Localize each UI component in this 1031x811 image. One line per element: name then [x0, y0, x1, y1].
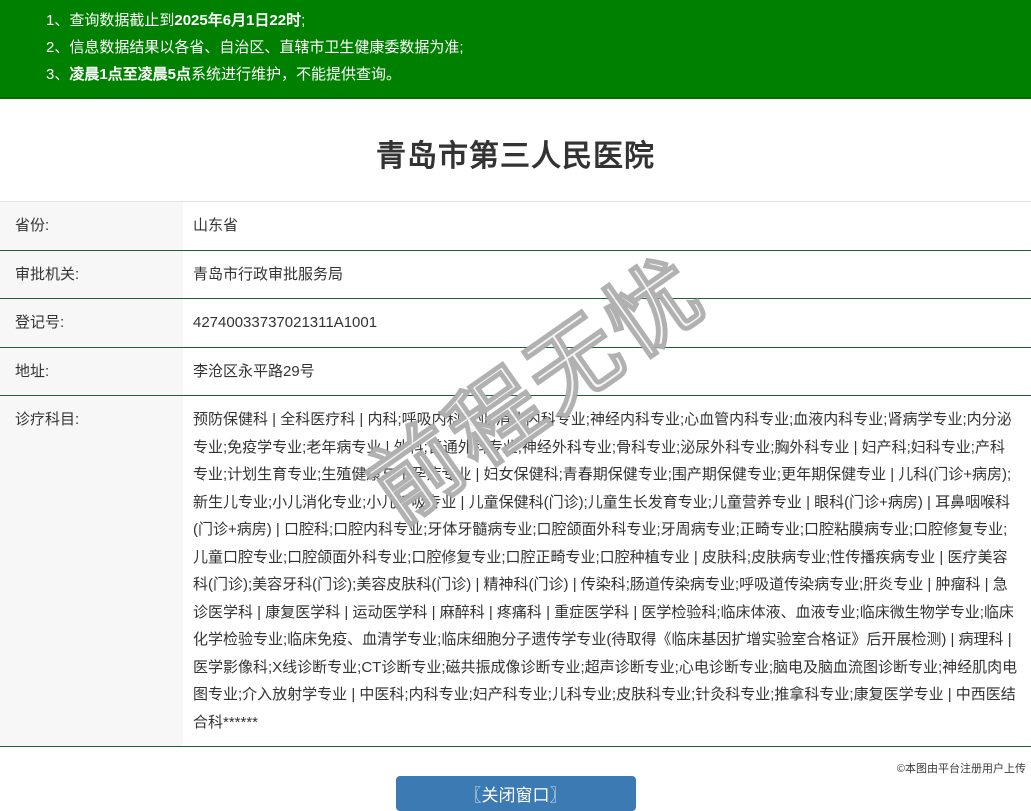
notice-number: 2、	[46, 39, 70, 56]
close-window-button[interactable]: 〖关闭窗口〗	[395, 776, 636, 811]
row-value: 预防保健科 | 全科医疗科 | 内科;呼吸内科专业;消化内科专业;神经内科专业;…	[193, 411, 1018, 731]
table-row-approval-authority: 审批机关: 青岛市行政审批服务局	[0, 250, 1031, 299]
notice-banner: 1、查询数据截止到2025年6月1日22时; 2、信息数据结果以各省、自治区、直…	[0, 0, 1031, 99]
notice-text: 查询数据截止到	[69, 12, 175, 29]
row-label: 诊疗科目:	[0, 396, 183, 746]
info-table: 省份: 山东省 审批机关: 青岛市行政审批服务局 登记号: 4274003373…	[0, 201, 1031, 747]
row-label: 登记号:	[0, 299, 183, 347]
notice-item-1: 1、查询数据截止到2025年6月1日22时;	[0, 7, 1031, 34]
table-row-medical-departments: 诊疗科目: 预防保健科 | 全科医疗科 | 内科;呼吸内科专业;消化内科专业;神…	[0, 396, 1031, 747]
table-row-registration-number: 登记号: 42740033737021311A1001	[0, 299, 1031, 348]
row-value: 42740033737021311A1001	[193, 314, 378, 331]
notice-item-3: 3、凌晨1点至凌晨5点系统进行维护，不能提供查询。	[0, 61, 1031, 88]
table-row-address: 地址: 李沧区永平路29号	[0, 347, 1031, 396]
notice-text: 信息数据结果以各省、自治区、直辖市卫生健康委数据为准;	[69, 39, 464, 56]
row-label: 地址:	[0, 347, 183, 395]
notice-number: 1、	[46, 12, 70, 29]
row-value: 青岛市行政审批服务局	[193, 265, 344, 283]
notice-text: 系统进行维护，不能提供查询。	[191, 66, 402, 83]
row-value: 山东省	[193, 217, 239, 234]
notice-text: ;	[301, 12, 306, 29]
row-value: 李沧区永平路29号	[193, 362, 315, 380]
notice-text-bold: 2025年6月1日22时	[174, 12, 302, 29]
row-label: 审批机关:	[0, 250, 183, 298]
page-title: 青岛市第三人民医院	[376, 140, 655, 173]
notice-text-bold: 凌晨1点至凌晨5点	[69, 66, 192, 83]
table-row-province: 省份: 山东省	[0, 202, 1031, 251]
upload-attribution: ©本图由平台注册用户上传	[896, 763, 1026, 775]
notice-number: 3、	[46, 66, 70, 83]
notice-item-2: 2、信息数据结果以各省、自治区、直辖市卫生健康委数据为准;	[0, 34, 1031, 61]
row-label: 省份:	[0, 202, 183, 250]
